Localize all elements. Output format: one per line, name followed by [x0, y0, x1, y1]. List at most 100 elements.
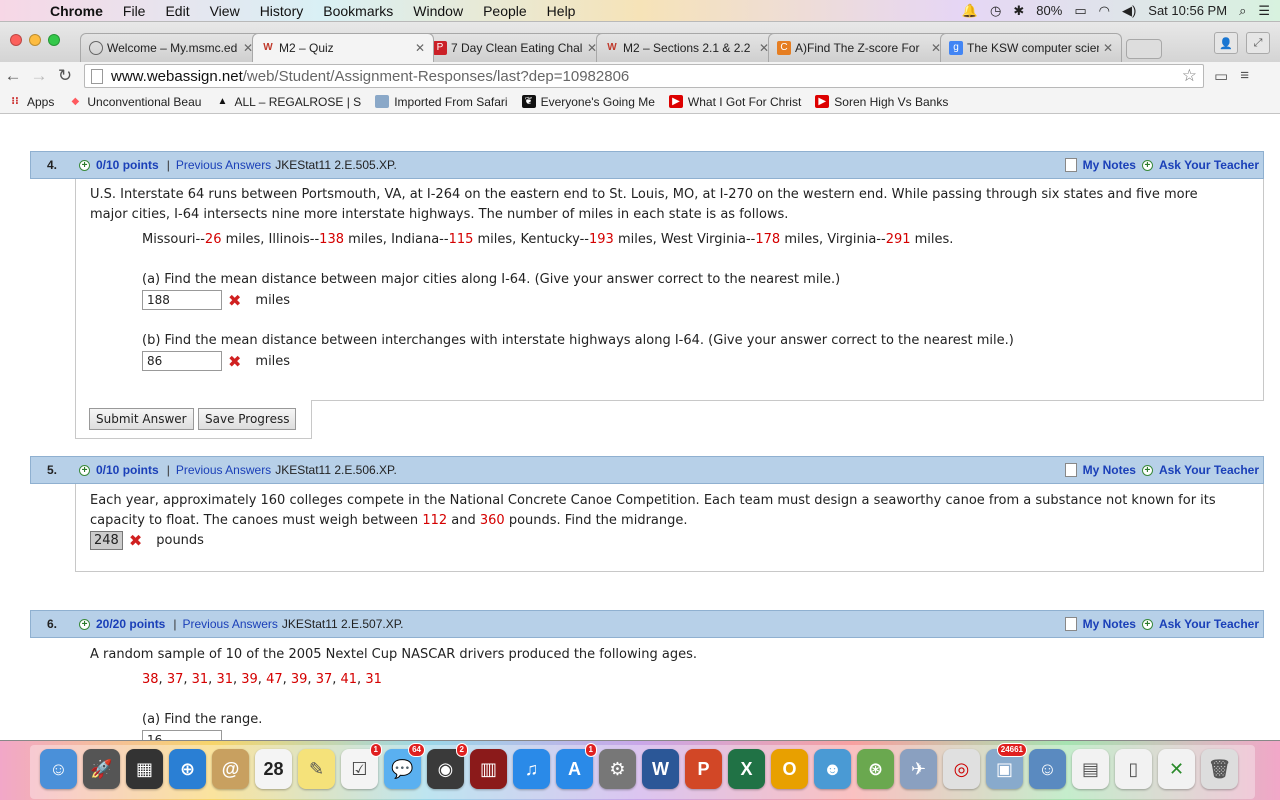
plus-icon[interactable]: +: [1141, 618, 1153, 630]
new-tab-button[interactable]: [1126, 39, 1162, 59]
excel-icon[interactable]: X: [728, 749, 765, 789]
itunes-icon[interactable]: ♫: [513, 749, 550, 789]
bookmark-imported-safari[interactable]: Imported From Safari: [375, 95, 508, 109]
window-zoom-button[interactable]: [48, 34, 60, 46]
image-capture-icon[interactable]: ☺: [1029, 749, 1066, 789]
previous-answers-link[interactable]: Previous Answers: [176, 463, 271, 477]
menubar-clock[interactable]: Sat 10:56 PM: [1148, 3, 1227, 18]
launchpad-icon[interactable]: 🚀: [83, 749, 120, 789]
menu-people[interactable]: People: [473, 3, 537, 19]
bookmark-what-i-got[interactable]: ▶ What I Got For Christ: [668, 95, 801, 109]
profile-icon[interactable]: 👤: [1214, 32, 1238, 54]
reminders-icon[interactable]: ☑ 1: [341, 743, 382, 789]
tab-m2-sections[interactable]: W M2 – Sections 2.1 & 2.2 ✕: [596, 33, 778, 62]
address-bar[interactable]: www.webassign.net/web/Student/Assignment…: [84, 64, 1204, 88]
window-close-button[interactable]: [10, 34, 22, 46]
my-notes-link[interactable]: My Notes: [1083, 158, 1136, 172]
cast-icon[interactable]: ▭: [1214, 67, 1228, 85]
my-notes-link[interactable]: My Notes: [1083, 463, 1136, 477]
powerpoint-icon[interactable]: P: [685, 749, 722, 789]
bookmark-star-icon[interactable]: ☆: [1182, 66, 1197, 86]
calendar-icon[interactable]: 28: [255, 749, 292, 789]
menu-bookmarks[interactable]: Bookmarks: [313, 3, 403, 19]
plus-icon[interactable]: +: [1141, 159, 1153, 171]
chrome-icon[interactable]: ◎: [943, 749, 980, 789]
ask-teacher-link[interactable]: Ask Your Teacher: [1159, 463, 1259, 477]
menu-view[interactable]: View: [200, 3, 250, 19]
notification-bell-icon[interactable]: 🔔: [962, 3, 978, 19]
plus-icon[interactable]: +: [79, 618, 90, 630]
notes-icon[interactable]: [1064, 617, 1077, 631]
tab-z-score[interactable]: C A)Find The Z-score For ✕: [768, 33, 950, 62]
tab-clean-eating[interactable]: P 7 Day Clean Eating Chal ✕: [424, 33, 606, 62]
iphoto-icon[interactable]: ▣ 24661: [986, 743, 1027, 789]
menu-help[interactable]: Help: [537, 3, 586, 19]
volume-icon[interactable]: ◀): [1122, 3, 1136, 19]
menu-file[interactable]: File: [113, 3, 156, 19]
notes-icon[interactable]: [1064, 463, 1077, 477]
trash-icon[interactable]: 🗑: [1201, 749, 1238, 789]
tab-m2-quiz[interactable]: W M2 – Quiz ✕: [252, 33, 434, 62]
wifi-icon[interactable]: ◠: [1099, 3, 1110, 19]
forward-button[interactable]: →: [26, 66, 52, 86]
answer-b-input[interactable]: [142, 351, 222, 371]
bookmark-soren-high[interactable]: ▶ Soren High Vs Banks: [815, 95, 948, 109]
ask-teacher-link[interactable]: Ask Your Teacher: [1159, 617, 1259, 631]
system-preferences-icon[interactable]: ⚙: [599, 749, 636, 789]
save-progress-button[interactable]: Save Progress: [198, 408, 297, 430]
battery-icon[interactable]: ▭: [1074, 3, 1086, 19]
time-machine-icon[interactable]: ◷: [990, 3, 1001, 19]
safari-icon[interactable]: ⊕: [169, 749, 206, 789]
lync-icon[interactable]: ☻: [814, 749, 851, 789]
notes-app-icon[interactable]: ✎: [298, 749, 335, 789]
spotlight-search-icon[interactable]: ⌕: [1239, 3, 1246, 19]
document-icon[interactable]: ▯: [1115, 749, 1152, 789]
fullscreen-icon[interactable]: ⤢: [1246, 32, 1270, 54]
tab-close-icon[interactable]: ✕: [1103, 41, 1113, 55]
submit-answer-button[interactable]: Submit Answer: [89, 408, 194, 430]
finder-icon[interactable]: ☺: [40, 749, 77, 789]
menu-history[interactable]: History: [250, 3, 314, 19]
window-minimize-button[interactable]: [29, 34, 41, 46]
menu-app-name[interactable]: Chrome: [40, 3, 113, 19]
bookmark-unconventional-beau[interactable]: ◆ Unconventional Beau: [68, 95, 202, 109]
reload-button[interactable]: ↻: [52, 66, 78, 86]
chrome-menu-icon[interactable]: ≡: [1240, 67, 1249, 85]
question-points[interactable]: 20/20 points: [96, 617, 165, 631]
previous-answers-link[interactable]: Previous Answers: [182, 617, 277, 631]
messages-icon[interactable]: 💬 64: [384, 743, 425, 789]
tab-welcome-msmc[interactable]: Welcome – My.msmc.ed ✕: [80, 33, 262, 62]
my-notes-link[interactable]: My Notes: [1083, 617, 1136, 631]
question-points[interactable]: 0/10 points: [96, 463, 159, 477]
answer-a-input[interactable]: [142, 290, 222, 310]
utility-icon[interactable]: ✈: [900, 749, 937, 789]
network-icon[interactable]: ⊛: [857, 749, 894, 789]
bookmark-apps[interactable]: ⁝⁝ Apps: [8, 95, 54, 109]
notification-center-icon[interactable]: ☰: [1258, 3, 1270, 19]
ask-teacher-link[interactable]: Ask Your Teacher: [1159, 158, 1259, 172]
tab-ksw-computer[interactable]: g The KSW computer scien ✕: [940, 33, 1122, 62]
menu-window[interactable]: Window: [403, 3, 473, 19]
plus-icon[interactable]: +: [1141, 464, 1153, 476]
app-store-icon[interactable]: A1: [556, 743, 597, 789]
bluetooth-icon[interactable]: ✱: [1013, 3, 1024, 19]
back-button[interactable]: ←: [0, 66, 26, 86]
outlook-icon[interactable]: O: [771, 749, 808, 789]
bookmark-regalrose[interactable]: ▲ ALL – REGALROSE | S: [215, 95, 362, 109]
downloads-icon[interactable]: ✕: [1158, 749, 1195, 789]
plus-icon[interactable]: +: [79, 464, 90, 476]
previous-answers-link[interactable]: Previous Answers: [176, 158, 271, 172]
mission-control-icon[interactable]: ▦: [126, 749, 163, 789]
photo-booth-icon[interactable]: ▥: [470, 749, 507, 789]
plus-icon[interactable]: +: [79, 159, 90, 171]
globe-icon: [89, 41, 103, 55]
notes-icon[interactable]: [1064, 158, 1077, 172]
contacts-icon[interactable]: @: [212, 749, 249, 789]
word-icon[interactable]: W: [642, 749, 679, 789]
facetime-icon[interactable]: ◉ 2: [427, 743, 468, 789]
bookmark-everyones-going[interactable]: ❦ Everyone's Going Me: [521, 95, 655, 109]
menu-edit[interactable]: Edit: [155, 3, 199, 19]
question-points[interactable]: 0/10 points: [96, 158, 159, 172]
tab-close-icon[interactable]: ✕: [415, 41, 425, 55]
documents-folder-icon[interactable]: ▤: [1072, 749, 1109, 789]
